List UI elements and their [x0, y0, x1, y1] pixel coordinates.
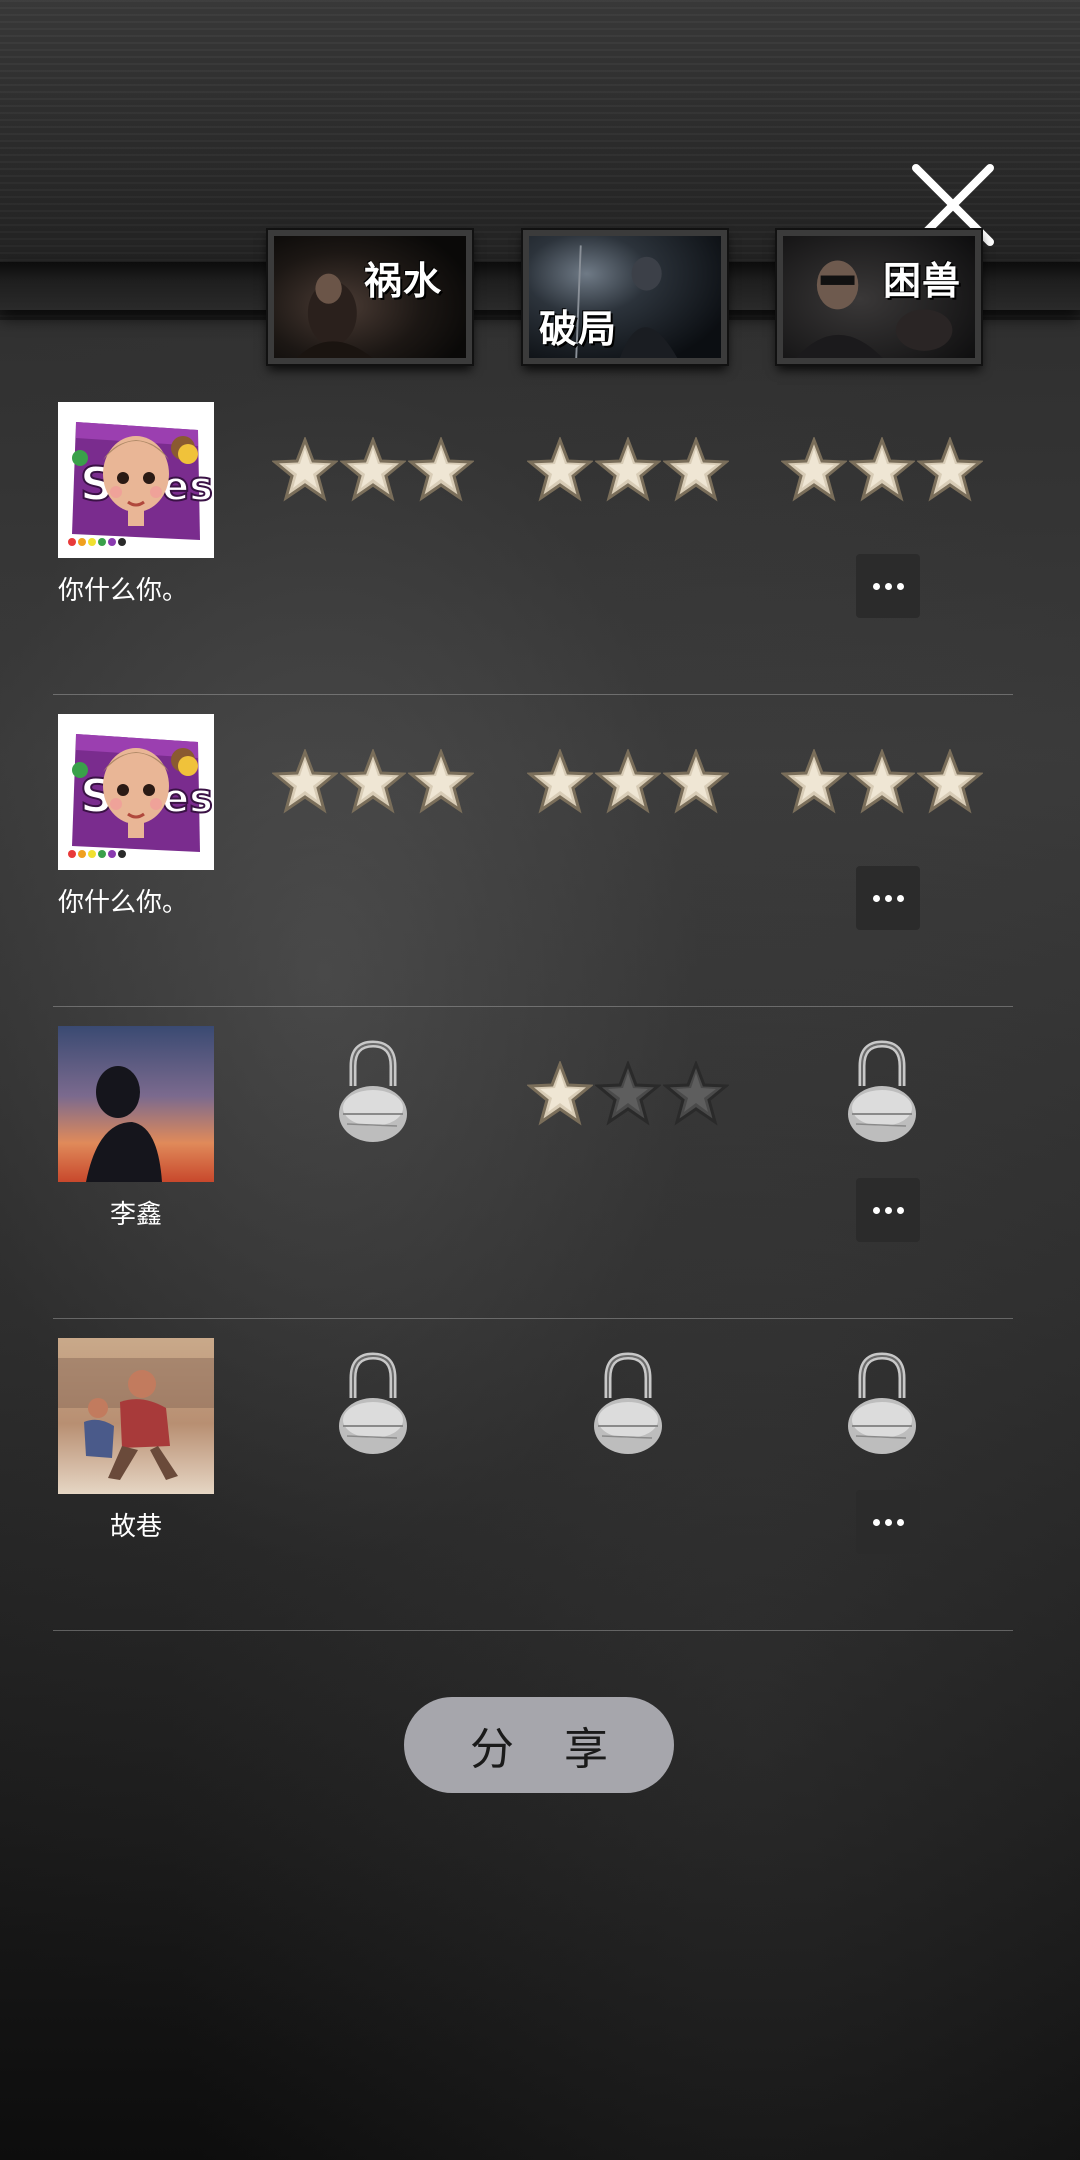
- star-icon: [408, 749, 474, 815]
- level-result-cell: [782, 1352, 982, 1454]
- star-rating: [781, 430, 983, 510]
- star-icon: [595, 1061, 661, 1127]
- avatar[interactable]: [58, 1026, 214, 1182]
- more-button[interactable]: [856, 1178, 920, 1242]
- player-name: 你什么你。: [58, 576, 189, 606]
- player-row-2: S es 你什么你。: [53, 694, 1013, 1007]
- level-tab-title: 破局: [539, 307, 618, 351]
- level-result-cell: [273, 1352, 473, 1454]
- sunset-silhouette-avatar: [58, 1026, 214, 1182]
- star-rating: [527, 430, 729, 510]
- padlock-icon: [842, 1346, 922, 1456]
- svg-text:es: es: [162, 776, 213, 822]
- level-result-cell: [782, 1040, 982, 1142]
- padlock-icon: [333, 1346, 413, 1456]
- level-result-cell: [781, 742, 983, 822]
- avatar[interactable]: S es: [58, 402, 214, 558]
- star-icon: [340, 749, 406, 815]
- star-icon: [527, 437, 593, 503]
- more-button[interactable]: [856, 866, 920, 930]
- level-result-cell: [527, 1054, 729, 1134]
- level-result-cell: [527, 430, 729, 510]
- more-button[interactable]: [856, 554, 920, 618]
- player-name: 你什么你。: [58, 888, 189, 918]
- candy-bag-avatar: S es: [58, 402, 214, 558]
- star-icon: [663, 749, 729, 815]
- level-result-cell: [781, 430, 983, 510]
- player-name: 李鑫: [109, 1200, 162, 1230]
- player-name: 故巷: [109, 1512, 162, 1542]
- player-row-3: 李鑫: [53, 1006, 1013, 1319]
- more-dots-icon: [872, 582, 904, 590]
- avatar[interactable]: [58, 1338, 214, 1494]
- candy-bag-avatar: S es: [58, 714, 214, 870]
- level-result-cell: [272, 430, 474, 510]
- level-tab-3[interactable]: 困兽: [775, 228, 983, 366]
- level-tab-title: 困兽: [883, 259, 962, 303]
- star-icon: [663, 1061, 729, 1127]
- star-rating: [781, 742, 983, 822]
- level-result-cell: [273, 1040, 473, 1142]
- kids-photo-avatar: [58, 1338, 214, 1494]
- star-icon: [917, 749, 983, 815]
- star-icon: [408, 437, 474, 503]
- padlock-icon: [842, 1034, 922, 1144]
- star-icon: [595, 749, 661, 815]
- star-rating: [527, 1054, 729, 1134]
- more-dots-icon: [872, 894, 904, 902]
- padlock-icon: [588, 1346, 668, 1456]
- level-result-cell: [272, 742, 474, 822]
- level-result-cell: [528, 1352, 728, 1454]
- star-icon: [781, 749, 847, 815]
- star-icon: [849, 437, 915, 503]
- more-dots-icon: [872, 1518, 904, 1526]
- player-row-1: S es 你什么你。: [53, 382, 1013, 695]
- star-rating: [527, 742, 729, 822]
- star-icon: [340, 437, 406, 503]
- star-icon: [527, 749, 593, 815]
- star-icon: [272, 749, 338, 815]
- player-row-4: 故巷: [53, 1318, 1013, 1631]
- star-icon: [272, 437, 338, 503]
- star-rating: [272, 430, 474, 510]
- share-button[interactable]: 分 享: [404, 1697, 674, 1793]
- svg-text:es: es: [162, 464, 213, 510]
- level-tab-1[interactable]: 祸水: [266, 228, 474, 366]
- more-dots-icon: [872, 1206, 904, 1214]
- star-icon: [595, 437, 661, 503]
- padlock-icon: [333, 1034, 413, 1144]
- more-button[interactable]: [856, 1490, 920, 1554]
- level-tab-title: 祸水: [364, 259, 443, 303]
- star-icon: [917, 437, 983, 503]
- level-result-cell: [527, 742, 729, 822]
- star-icon: [849, 749, 915, 815]
- avatar[interactable]: S es: [58, 714, 214, 870]
- star-rating: [272, 742, 474, 822]
- star-icon: [663, 437, 729, 503]
- level-tab-2[interactable]: 破局: [521, 228, 729, 366]
- star-icon: [781, 437, 847, 503]
- star-icon: [527, 1061, 593, 1127]
